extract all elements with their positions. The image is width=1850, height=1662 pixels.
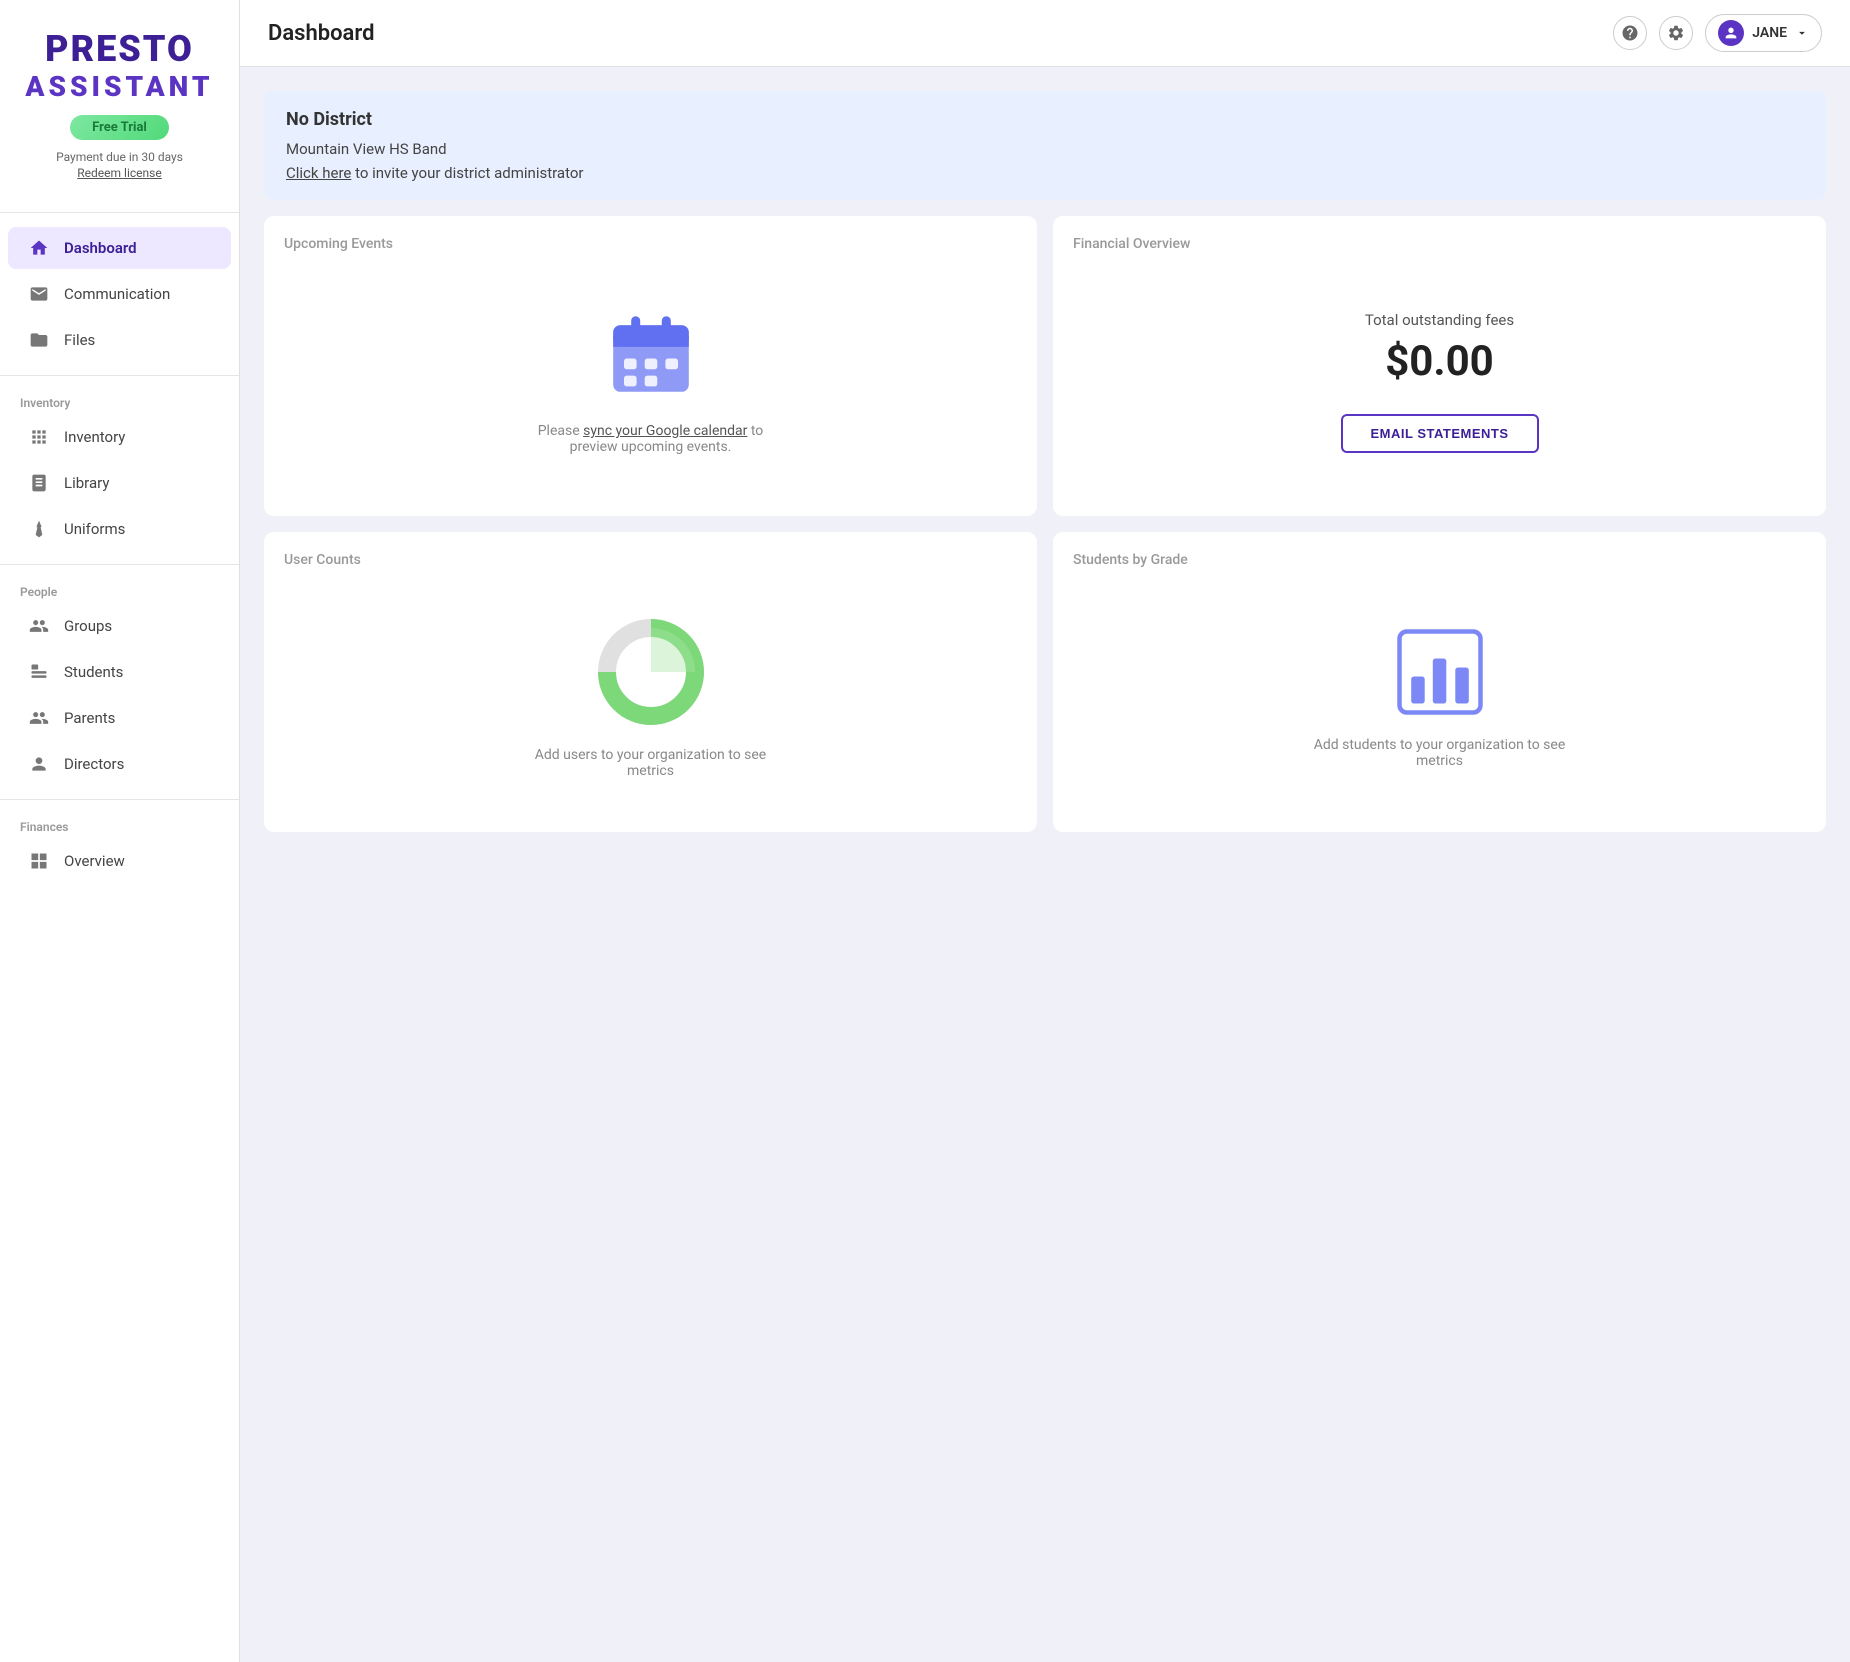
sidebar-item-parents[interactable]: Parents [8,697,231,739]
redeem-link[interactable]: Redeem license [20,166,219,180]
sync-prefix: Please [538,423,583,439]
overview-icon [28,850,50,872]
directors-icon [28,753,50,775]
communication-label: Communication [64,285,170,303]
tie-icon [28,518,50,540]
divider-people [0,564,239,565]
files-label: Files [64,331,95,349]
logo-area: PRESTO ASSISTANT Free Trial Payment due … [0,0,239,200]
upcoming-events-title: Upcoming Events [284,236,1017,252]
financial-overview-body: Total outstanding fees $0.00 EMAIL STATE… [1073,268,1806,496]
upcoming-events-subtitle: Please sync your Google calendar to prev… [521,423,781,455]
trial-badge: Free Trial [70,115,169,140]
chevron-down-icon [1795,26,1809,40]
divider-inventory [0,375,239,376]
user-counts-chart [596,617,706,727]
user-name: JANE [1752,25,1787,41]
sidebar-item-uniforms[interactable]: Uniforms [8,508,231,550]
logo-presto: PRESTO [20,28,219,70]
user-counts-body: Add users to your organization to see me… [284,584,1017,812]
financial-amount: $0.00 [1385,337,1494,386]
sidebar-item-overview[interactable]: Overview [8,840,231,882]
payment-info: Payment due in 30 days [20,150,219,164]
divider-finances [0,799,239,800]
mail-icon [28,283,50,305]
folder-icon [28,329,50,351]
sidebar-item-files[interactable]: Files [8,319,231,361]
students-chart-icon [1395,627,1485,717]
book-icon [28,472,50,494]
calendar-icon [606,309,696,399]
grid-icon [28,426,50,448]
students-icon [28,661,50,683]
students-by-grade-card: Students by Grade Add students to your o… [1053,532,1826,832]
help-button[interactable] [1613,16,1647,50]
uniforms-label: Uniforms [64,520,125,538]
logo-assistant: ASSISTANT [20,70,219,103]
logo: PRESTO ASSISTANT [20,28,219,103]
user-counts-card: User Counts Add users to your organizati… [264,532,1037,832]
parents-icon [28,707,50,729]
sidebar-item-dashboard[interactable]: Dashboard [8,227,231,269]
students-by-grade-body: Add students to your organization to see… [1073,584,1806,812]
parents-label: Parents [64,709,115,727]
financial-overview-card: Financial Overview Total outstanding fee… [1053,216,1826,516]
page-title: Dashboard [268,21,1601,46]
district-banner: No District Mountain View HS Band Click … [264,91,1826,200]
invite-suffix: to invite your district administrator [355,164,583,182]
email-statements-button[interactable]: EMAIL STATEMENTS [1341,414,1539,453]
dashboard-label: Dashboard [64,239,137,257]
dashboard-content: No District Mountain View HS Band Click … [240,67,1850,856]
sidebar: PRESTO ASSISTANT Free Trial Payment due … [0,0,240,1662]
library-label: Library [64,474,109,492]
district-org-name: Mountain View HS Band [286,140,1804,158]
sidebar-item-directors[interactable]: Directors [8,743,231,785]
sidebar-item-groups[interactable]: Groups [8,605,231,647]
students-by-grade-title: Students by Grade [1073,552,1806,568]
cards-row-1: Upcoming Events [264,216,1826,516]
user-menu[interactable]: JANE [1705,14,1822,52]
topbar: Dashboard JANE [240,0,1850,67]
sidebar-item-inventory[interactable]: Inventory [8,416,231,458]
settings-button[interactable] [1659,16,1693,50]
upcoming-events-card: Upcoming Events [264,216,1037,516]
groups-icon [28,615,50,637]
directors-label: Directors [64,755,124,773]
financial-overview-title: Financial Overview [1073,236,1806,252]
sidebar-item-students[interactable]: Students [8,651,231,693]
main-content: Dashboard JANE No District Mountain View… [240,0,1850,1662]
sync-google-link[interactable]: sync your Google calendar [583,423,747,439]
students-by-grade-subtitle: Add students to your organization to see… [1310,737,1570,769]
district-heading: No District [286,109,1804,130]
district-invite-text: Click here to invite your district admin… [286,164,1804,182]
inventory-label: Inventory [64,428,125,446]
groups-label: Groups [64,617,112,635]
overview-label: Overview [64,852,125,870]
financial-total-label: Total outstanding fees [1365,311,1514,329]
invite-link[interactable]: Click here [286,164,351,182]
section-finances: Finances [0,812,239,838]
upcoming-events-body: Please sync your Google calendar to prev… [284,268,1017,496]
user-counts-subtitle: Add users to your organization to see me… [521,747,781,779]
user-counts-title: User Counts [284,552,1017,568]
sidebar-item-library[interactable]: Library [8,462,231,504]
home-icon [28,237,50,259]
students-label: Students [64,663,123,681]
section-people: People [0,577,239,603]
sidebar-item-communication[interactable]: Communication [8,273,231,315]
section-inventory: Inventory [0,388,239,414]
divider-top [0,212,239,213]
cards-row-2: User Counts Add users to your organizati… [264,532,1826,832]
user-avatar [1718,20,1744,46]
